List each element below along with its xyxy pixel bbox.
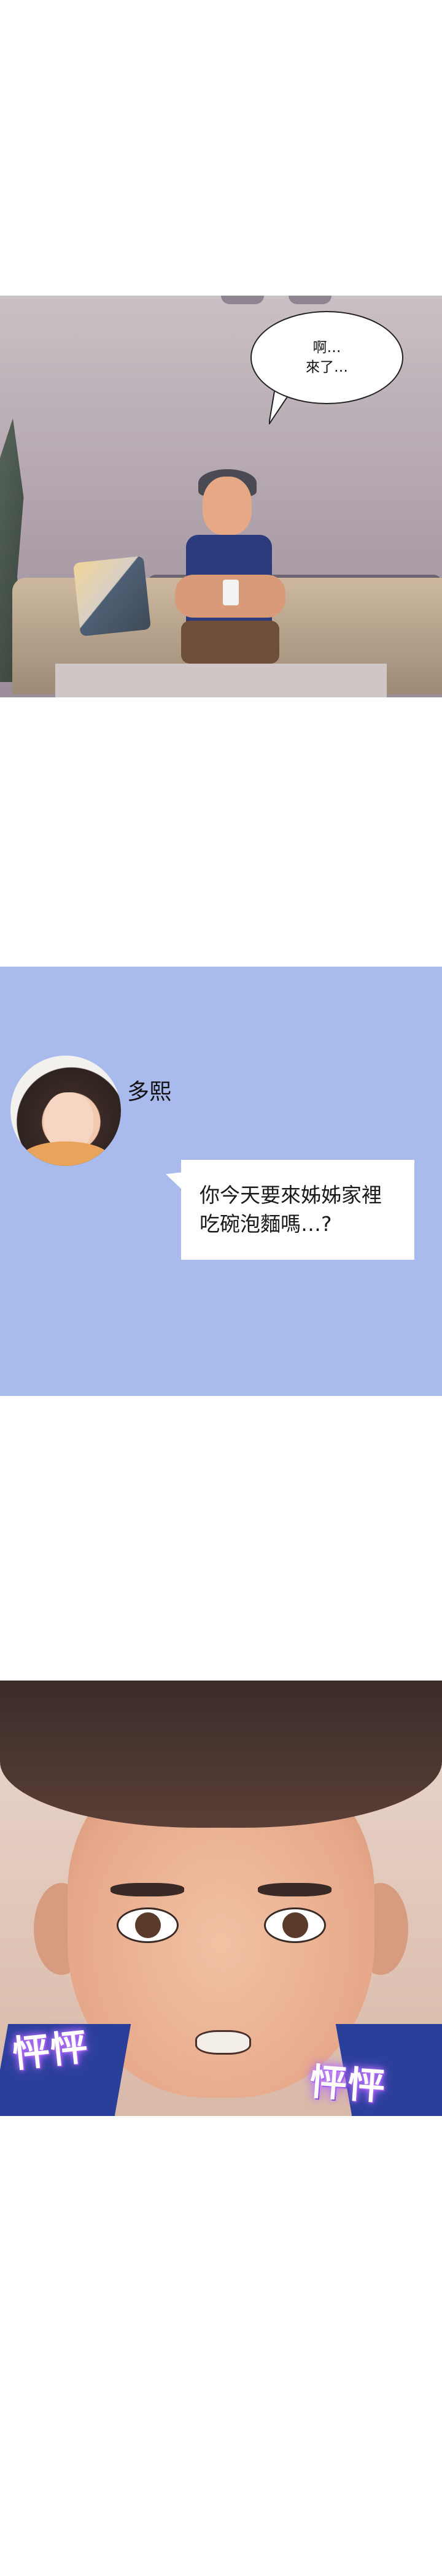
phone-icon xyxy=(223,580,239,605)
sender-name: 多熙 xyxy=(127,1079,172,1105)
mouth xyxy=(195,2030,251,2055)
message-line: 吃碗泡麵嗎…? xyxy=(200,1212,332,1236)
speech-bubble: 啊… 來了… xyxy=(250,311,403,404)
ceiling-light xyxy=(289,296,332,304)
avatar xyxy=(10,1056,121,1166)
left-eyebrow xyxy=(110,1883,184,1896)
message-line: 你今天要來姊姊家裡 xyxy=(200,1183,382,1207)
ceiling-light xyxy=(221,296,264,304)
speech-line: 啊… xyxy=(312,340,341,356)
hair xyxy=(0,1681,442,1828)
right-eye xyxy=(264,1907,326,1943)
right-eyebrow xyxy=(258,1883,332,1896)
head xyxy=(203,477,252,535)
pillow xyxy=(73,556,151,637)
shorts xyxy=(181,621,279,664)
avatar-shirt xyxy=(20,1141,112,1166)
heartbeat-sfx: 怦怦 xyxy=(308,2060,387,2109)
panel-chat-message: 多熙 你今天要來姊姊家裡 吃碗泡麵嗎…? xyxy=(0,967,442,1396)
heartbeat-sfx: 怦怦 xyxy=(10,2025,91,2077)
speech-line: 來了… xyxy=(306,359,348,375)
left-eye xyxy=(117,1907,179,1943)
coffee-table xyxy=(55,664,387,697)
panel-living-room: 啊… 來了… xyxy=(0,296,442,697)
panel-face-closeup: 怦怦 怦怦 xyxy=(0,1681,442,2116)
man-sitting-with-phone xyxy=(169,469,292,679)
message-bubble: 你今天要來姊姊家裡 吃碗泡麵嗎…? xyxy=(181,1160,414,1260)
